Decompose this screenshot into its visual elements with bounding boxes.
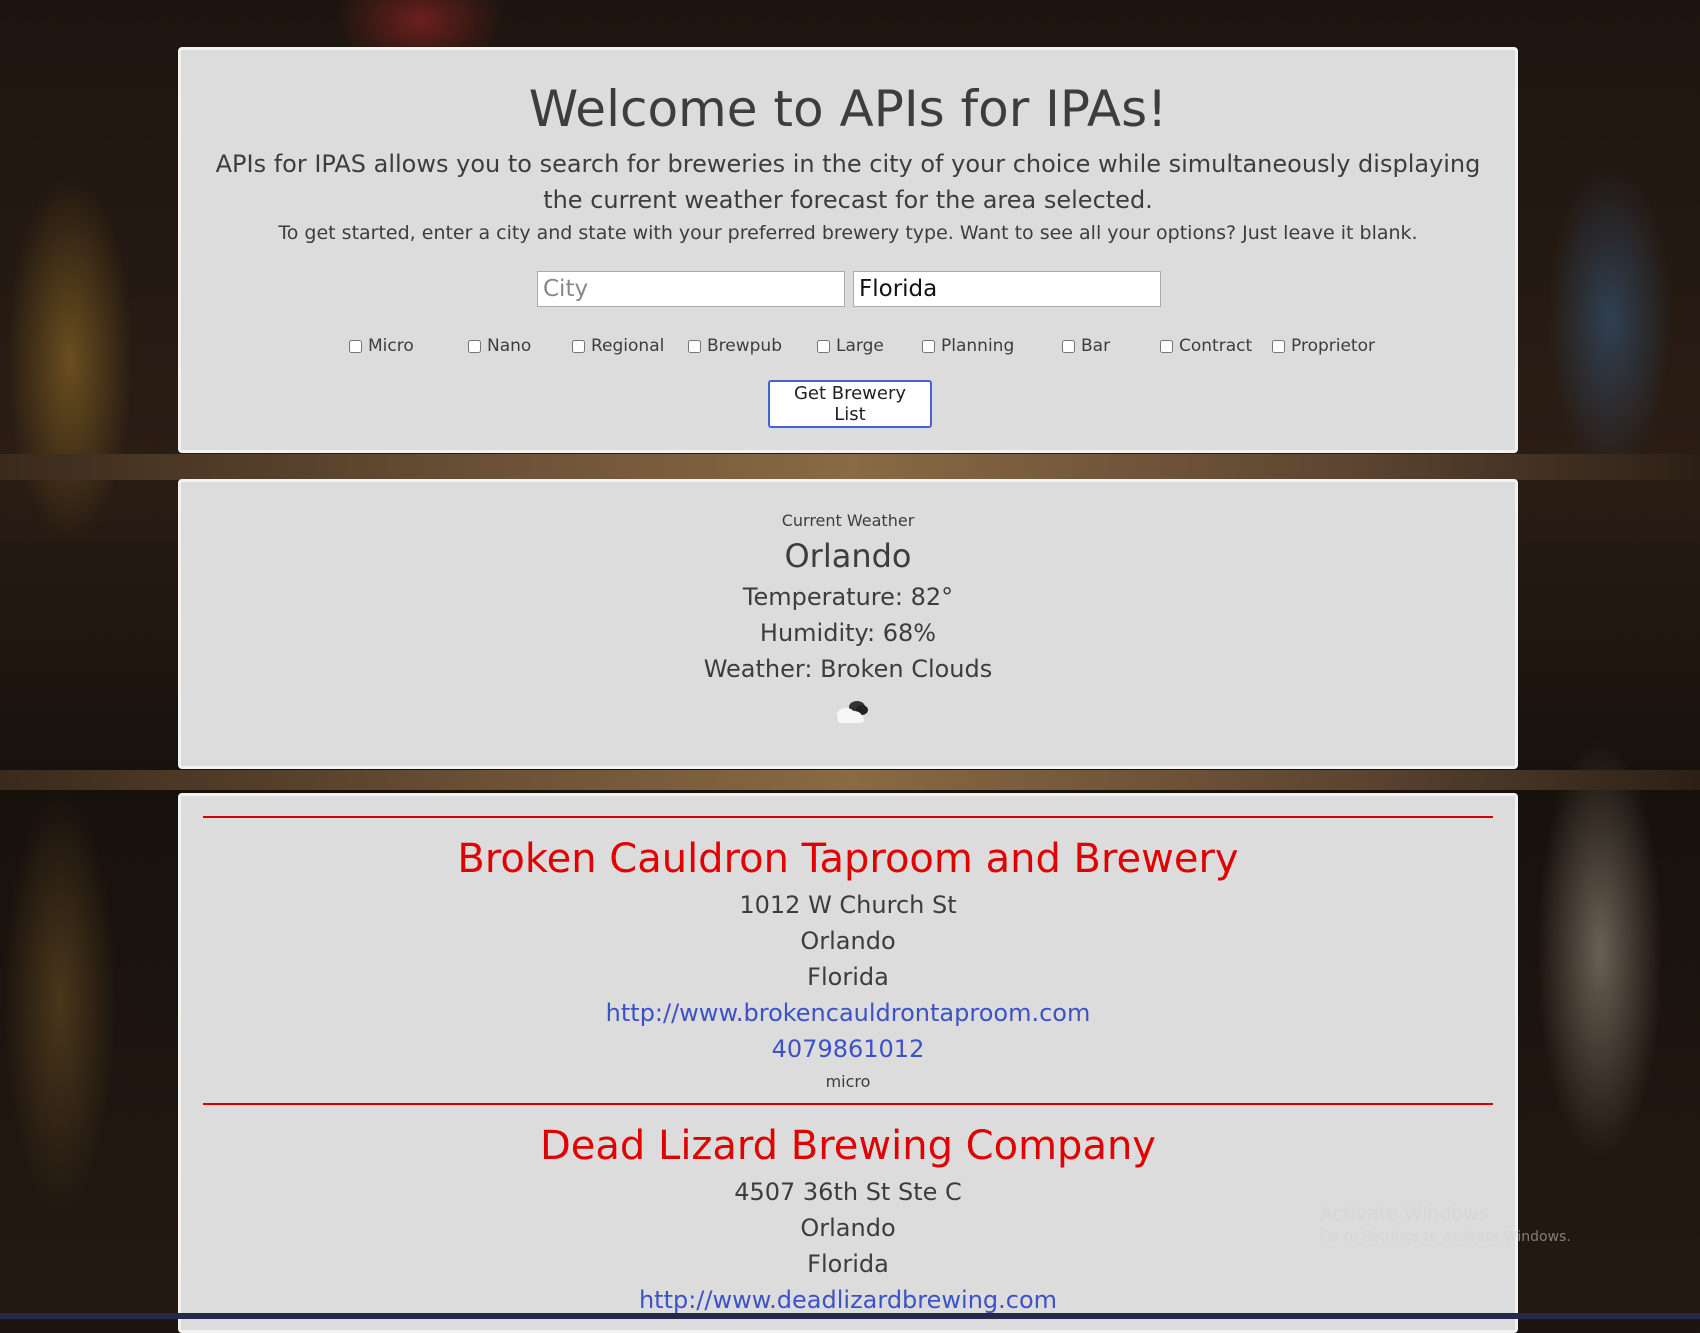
filter-contract[interactable]: Contract [1160,336,1252,356]
brewery-city: Orlando [800,1214,896,1242]
watermark-subtitle: Go to Settings to activate Windows. [1320,1229,1571,1245]
filter-label: Brewpub [707,336,782,356]
filter-proprietor-checkbox[interactable] [1272,339,1285,353]
activate-windows-watermark: Activate Windows Go to Settings to activ… [1320,1203,1571,1245]
result-divider [203,1103,1493,1105]
brewery-type-filters: Micro Nano Regional Brewpub Large Planni… [181,336,1515,360]
result-divider [203,816,1493,818]
background-shelf [0,454,1700,480]
filter-label: Contract [1179,336,1253,356]
brewery-state: Florida [807,963,889,991]
weather-panel: Current Weather Orlando Temperature: 82°… [178,479,1518,769]
search-panel: Welcome to APIs for IPAs! APIs for IPAS … [178,47,1518,453]
brewery-type: micro [825,1072,871,1091]
filter-micro[interactable]: Micro [349,336,414,356]
brewery-state: Florida [807,1250,889,1278]
filter-brewpub-checkbox[interactable] [688,339,701,353]
filter-label: Bar [1081,336,1111,356]
instructions-text: To get started, enter a city and state w… [278,222,1418,244]
filter-label: Planning [941,336,1015,356]
brewery-city: Orlando [800,927,896,955]
brewery-phone-link[interactable]: 4079861012 [772,1035,925,1063]
filter-label: Regional [591,336,665,356]
filter-planning[interactable]: Planning [922,336,1014,356]
filter-brewpub[interactable]: Brewpub [688,336,782,356]
filter-nano[interactable]: Nano [468,336,531,356]
state-input[interactable] [853,271,1161,307]
filter-large[interactable]: Large [817,336,884,356]
watermark-title: Activate Windows [1320,1203,1489,1225]
broken-clouds-icon [837,701,868,723]
filter-regional[interactable]: Regional [572,336,664,356]
filter-proprietor[interactable]: Proprietor [1272,336,1375,356]
filter-planning-checkbox[interactable] [922,339,935,353]
brewery-name: Broken Cauldron Taproom and Brewery [457,836,1239,882]
weather-heading: Current Weather [781,511,915,530]
filter-nano-checkbox[interactable] [468,339,481,353]
filter-label: Proprietor [1291,336,1375,356]
get-brewery-list-button[interactable]: Get Brewery List [768,380,932,428]
location-inputs [181,271,1515,311]
weather-city: Orlando [784,537,912,575]
weather-description: Weather: Broken Clouds [703,655,993,683]
weather-humidity: Humidity: 68% [759,619,937,647]
brewery-website-link[interactable]: http://www.deadlizardbrewing.com [639,1286,1057,1314]
brewery-street: 1012 W Church St [739,891,957,919]
app-description: APIs for IPAS allows you to search for b… [215,150,1481,214]
brewery-results-panel: Broken Cauldron Taproom and Brewery 1012… [178,793,1518,1333]
background-shelf [0,770,1700,790]
weather-temperature: Temperature: 82° [742,583,954,611]
filter-regional-checkbox[interactable] [572,339,585,353]
page-title: Welcome to APIs for IPAs! [528,80,1168,138]
filter-contract-checkbox[interactable] [1160,339,1173,353]
filter-label: Nano [487,336,532,356]
filter-micro-checkbox[interactable] [349,339,362,353]
filter-bar-checkbox[interactable] [1062,339,1075,353]
filter-label: Large [836,336,884,356]
filter-label: Micro [368,336,414,356]
taskbar-edge [0,1313,1700,1319]
brewery-street: 4507 36th St Ste C [734,1178,962,1206]
city-input[interactable] [537,271,845,307]
brewery-name: Dead Lizard Brewing Company [540,1123,1156,1169]
filter-bar[interactable]: Bar [1062,336,1110,356]
brewery-website-link[interactable]: http://www.brokencauldrontaproom.com [606,999,1091,1027]
filter-large-checkbox[interactable] [817,339,830,353]
